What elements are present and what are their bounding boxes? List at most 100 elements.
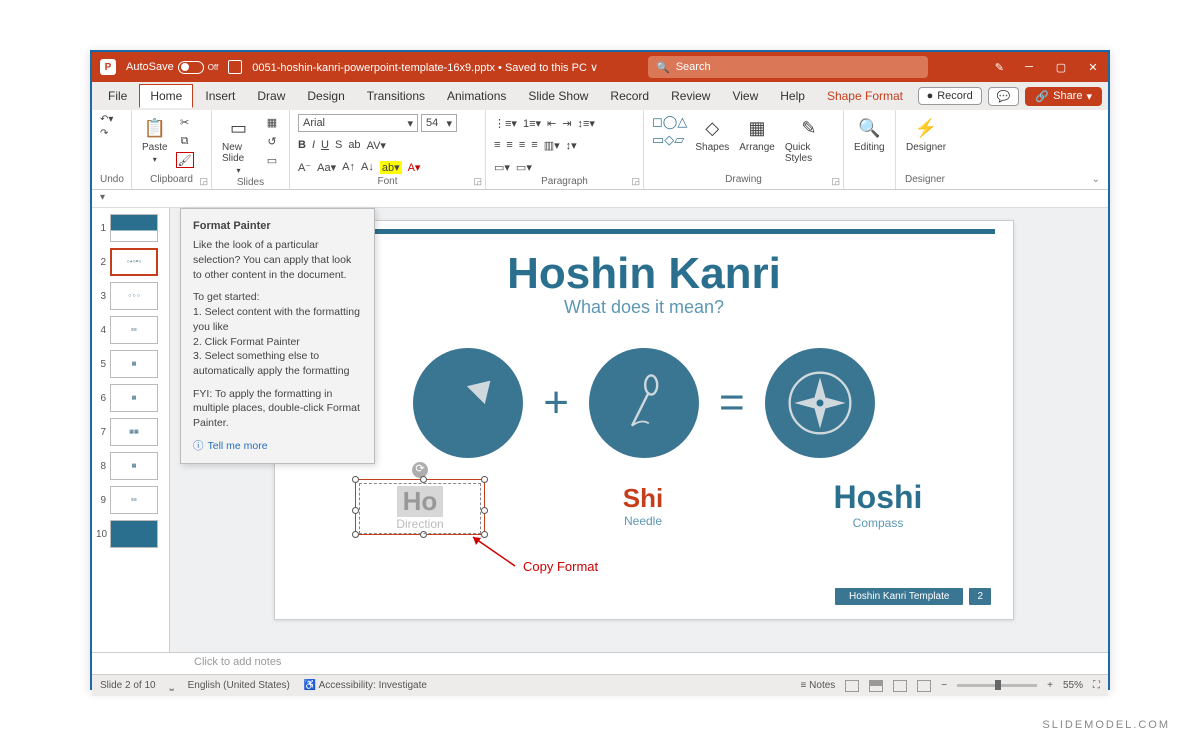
filename[interactable]: 0051-hoshin-kanri-powerpoint-template-16… (252, 61, 598, 74)
reading-view-icon[interactable] (893, 680, 907, 692)
tab-view[interactable]: View (722, 85, 768, 107)
underline-button[interactable]: U (321, 139, 329, 151)
undo-icon[interactable]: ↶▾ (100, 114, 113, 125)
notes-toggle[interactable]: ≡ Notes (801, 680, 836, 691)
thumb-4[interactable]: ≡≡ (110, 316, 158, 344)
tab-record[interactable]: Record (600, 85, 659, 107)
tab-transitions[interactable]: Transitions (357, 85, 435, 107)
indent-dec-button[interactable]: ⇤ (547, 117, 556, 130)
tab-shape-format[interactable]: Shape Format (817, 85, 913, 107)
tab-home[interactable]: Home (139, 84, 193, 108)
align-vert-button[interactable]: ▭▾ (494, 161, 510, 174)
collapse-ribbon-icon[interactable]: ⌄ (1084, 170, 1108, 189)
font-size-select[interactable]: 54▾ (421, 114, 457, 132)
designer-button[interactable]: ⚡Designer (904, 114, 948, 155)
quick-styles-button[interactable]: ✎Quick Styles (783, 114, 835, 166)
redo-icon[interactable]: ↷ (100, 128, 113, 139)
qat-customize-icon[interactable]: ▾ (100, 192, 105, 203)
status-slide[interactable]: Slide 2 of 10 (100, 680, 156, 691)
line-spacing-button[interactable]: ↕≡▾ (577, 117, 594, 130)
comments-button[interactable]: 💬 (988, 87, 1020, 106)
ink-icon[interactable]: ✎ (995, 61, 1004, 74)
thumb-2[interactable]: ○+○=○ (110, 248, 158, 276)
shape-gallery[interactable]: ◻◯△ (652, 114, 687, 130)
section-icon[interactable]: ▭ (263, 152, 281, 168)
strike-button[interactable]: S (335, 139, 342, 151)
bold-button[interactable]: B (298, 139, 306, 151)
selected-textbox[interactable]: ⟳ Ho Direction (355, 479, 485, 535)
grow-font-button[interactable]: A↑ (342, 161, 355, 173)
minimize-button[interactable]: ─ (1022, 60, 1036, 74)
indent-inc-button[interactable]: ⇥ (562, 117, 571, 130)
align-center-button[interactable]: ≡ (506, 139, 512, 151)
layout-icon[interactable]: ▦ (263, 114, 281, 130)
thumb-3[interactable]: ○ ○ ○ (110, 282, 158, 310)
smartart-button[interactable]: ▭▾ (516, 161, 532, 174)
accessibility-icon[interactable]: ♿ Accessibility: Investigate (304, 680, 427, 691)
align-right-button[interactable]: ≡ (519, 139, 525, 151)
tab-animations[interactable]: Animations (437, 85, 516, 107)
zoom-level[interactable]: 55% (1063, 680, 1083, 691)
tab-insert[interactable]: Insert (195, 85, 245, 107)
search-input[interactable]: 🔍 Search (648, 56, 928, 78)
thumb-7[interactable]: ▦▦ (110, 418, 158, 446)
clipboard-launcher-icon[interactable]: ◲ (199, 176, 208, 187)
paragraph-launcher-icon[interactable]: ◲ (631, 176, 640, 187)
font-name-select[interactable]: Arial▾ (298, 114, 418, 132)
tab-design[interactable]: Design (297, 85, 354, 107)
paste-button[interactable]: 📋 Paste▾ (140, 114, 170, 166)
zoom-slider[interactable] (957, 684, 1037, 687)
copy-icon[interactable]: ⧉ (176, 133, 194, 149)
font-color-button[interactable]: A▾ (408, 161, 421, 174)
drawing-launcher-icon[interactable]: ◲ (831, 176, 840, 187)
thumb-5[interactable]: ▦ (110, 350, 158, 378)
normal-view-icon[interactable] (845, 680, 859, 692)
numbering-button[interactable]: 1≡▾ (523, 117, 541, 130)
shrink-font-button[interactable]: A↓ (361, 161, 374, 173)
shape-gallery-2[interactable]: ▭◇▱ (652, 132, 687, 148)
editing-button[interactable]: 🔍Editing (852, 114, 887, 155)
record-button[interactable]: ● Record (918, 87, 982, 105)
thumb-8[interactable]: ▦ (110, 452, 158, 480)
zoom-out-button[interactable]: − (941, 680, 947, 691)
slide-canvas[interactable]: Hoshin Kanri What does it mean? + = (274, 220, 1014, 620)
sorter-view-icon[interactable] (869, 680, 883, 692)
tell-me-more-link[interactable]: ⓘ Tell me more (193, 439, 362, 454)
charspace-button[interactable]: AV▾ (367, 139, 386, 152)
tab-draw[interactable]: Draw (247, 85, 295, 107)
shapes-button[interactable]: ◇Shapes (693, 114, 731, 155)
highlight-button[interactable]: ab▾ (380, 161, 402, 174)
notes-pane[interactable]: Click to add notes (92, 652, 1108, 674)
toggle-switch[interactable] (178, 61, 204, 74)
thumb-1[interactable] (110, 214, 158, 242)
share-button[interactable]: 🔗 Share ▾ (1025, 87, 1102, 106)
shadow-button[interactable]: ab (348, 139, 360, 151)
thumb-9[interactable]: ≡≡ (110, 486, 158, 514)
close-button[interactable]: ✕ (1086, 60, 1100, 74)
align-left-button[interactable]: ≡ (494, 139, 500, 151)
thumb-scrollbar[interactable] (170, 208, 180, 652)
text-dir-button[interactable]: ↕▾ (566, 139, 577, 152)
tab-slideshow[interactable]: Slide Show (518, 85, 598, 107)
tab-file[interactable]: File (98, 85, 137, 107)
thumb-10[interactable] (110, 520, 158, 548)
italic-button[interactable]: I (312, 139, 315, 151)
slideshow-view-icon[interactable] (917, 680, 931, 692)
font-launcher-icon[interactable]: ◲ (473, 176, 482, 187)
justify-button[interactable]: ≡ (531, 139, 537, 151)
reset-icon[interactable]: ↺ (263, 133, 281, 149)
arrange-button[interactable]: ▦Arrange (737, 114, 777, 155)
status-language[interactable]: English (United States) (188, 680, 290, 691)
clear-format-button[interactable]: A⁻ (298, 161, 311, 174)
maximize-button[interactable]: ▢ (1054, 60, 1068, 74)
cut-icon[interactable]: ✂ (176, 114, 194, 130)
zoom-in-button[interactable]: + (1047, 680, 1053, 691)
tab-review[interactable]: Review (661, 85, 720, 107)
save-icon[interactable] (228, 60, 242, 74)
rotate-handle-icon[interactable]: ⟳ (412, 462, 428, 478)
bullets-button[interactable]: ⋮≡▾ (494, 117, 517, 130)
tab-help[interactable]: Help (770, 85, 815, 107)
columns-button[interactable]: ▥▾ (544, 139, 560, 152)
format-painter-icon[interactable]: 🖌 (176, 152, 194, 168)
fit-to-window-icon[interactable]: ⛶ (1093, 680, 1100, 691)
